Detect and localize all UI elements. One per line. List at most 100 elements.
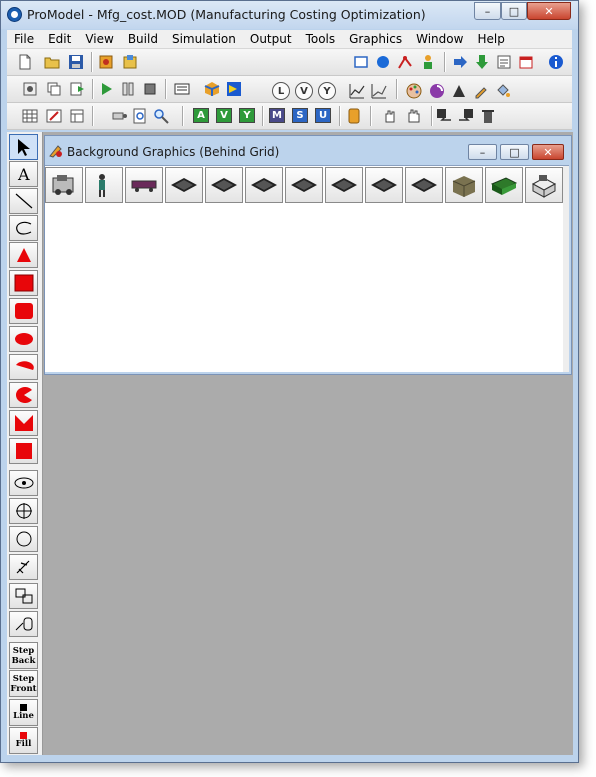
menu-file[interactable]: File — [7, 32, 41, 46]
menu-window[interactable]: Window — [409, 32, 470, 46]
paint-bucket-icon[interactable] — [494, 82, 512, 100]
trash-icon[interactable] — [479, 107, 497, 125]
triangle-icon[interactable] — [450, 82, 468, 100]
step-front-button[interactable]: Step Front — [9, 670, 38, 697]
menu-tools[interactable]: Tools — [299, 32, 343, 46]
path-network-icon[interactable] — [396, 53, 414, 71]
square-tool[interactable] — [9, 438, 38, 464]
hand-select-icon[interactable] — [405, 107, 423, 125]
model-package-icon[interactable] — [121, 53, 139, 71]
time-plot-icon[interactable] — [370, 82, 388, 100]
build-letter-y[interactable]: Y — [239, 108, 255, 123]
rotate-tool[interactable] — [9, 470, 38, 496]
maximize-button[interactable]: □ — [501, 2, 527, 20]
flip-tool[interactable] — [9, 498, 38, 524]
fill-color-button[interactable]: Fill — [9, 727, 38, 754]
zoom-view-icon[interactable] — [111, 107, 129, 125]
merge-model-icon[interactable] — [97, 53, 115, 71]
rounded-rectangle-tool[interactable] — [9, 298, 38, 324]
new-file-icon[interactable] — [16, 53, 34, 71]
bring-front-icon[interactable] — [457, 107, 475, 125]
library-robot-machine-icon[interactable] — [45, 167, 83, 203]
options-gear-icon[interactable] — [21, 80, 39, 98]
group-tool[interactable] — [9, 583, 38, 609]
reshape-tool[interactable] — [9, 554, 38, 580]
output-letter-s[interactable]: S — [292, 108, 308, 123]
promodel-app-icon[interactable] — [7, 7, 22, 22]
library-box-icon[interactable] — [445, 167, 483, 203]
output-letter-u[interactable]: U — [315, 108, 331, 123]
arrow-right-icon[interactable] — [451, 53, 469, 71]
resource-person-icon[interactable] — [419, 53, 437, 71]
child-maximize-button[interactable]: □ — [500, 144, 529, 160]
library-conveyor-cart-icon[interactable] — [125, 167, 163, 203]
arrow-down-icon[interactable] — [473, 53, 491, 71]
output-letter-m[interactable]: M — [269, 108, 285, 123]
menu-help[interactable]: Help — [470, 32, 511, 46]
library-pallet-5-icon[interactable] — [325, 167, 363, 203]
build-letter-v[interactable]: V — [216, 108, 232, 123]
run-model-icon[interactable] — [68, 80, 86, 98]
variable-circle-v[interactable]: V — [295, 82, 313, 100]
library-pallet-3-icon[interactable] — [245, 167, 283, 203]
library-scrollbar[interactable] — [563, 166, 569, 372]
close-button[interactable]: ✕ — [527, 2, 571, 20]
document-icon[interactable] — [345, 107, 363, 125]
ellipse-tool[interactable] — [9, 326, 38, 352]
color-palette-icon[interactable] — [405, 82, 423, 100]
child-close-button[interactable]: ✕ — [532, 144, 564, 160]
library-green-machine-icon[interactable] — [485, 167, 523, 203]
build-letter-a[interactable]: A — [193, 108, 209, 123]
library-pallet-7-icon[interactable] — [405, 167, 443, 203]
pie-tool[interactable] — [9, 382, 38, 408]
hand-grab-icon[interactable] — [381, 107, 399, 125]
triangle-tool[interactable] — [9, 242, 38, 268]
child-minimize-button[interactable]: – — [468, 144, 497, 160]
swirl-icon[interactable] — [428, 82, 446, 100]
sim-info-icon[interactable] — [173, 80, 191, 98]
menu-simulation[interactable]: Simulation — [165, 32, 243, 46]
menu-edit[interactable]: Edit — [41, 32, 78, 46]
scenarios-icon[interactable] — [45, 80, 63, 98]
layout-grid-icon[interactable] — [21, 107, 39, 125]
save-icon[interactable] — [67, 53, 85, 71]
chord-tool[interactable] — [9, 354, 38, 380]
play-icon[interactable] — [97, 80, 115, 98]
library-operator-icon[interactable] — [85, 167, 123, 203]
line-color-button[interactable]: Line — [9, 699, 38, 726]
info-icon[interactable] — [547, 53, 565, 71]
line-chart-icon[interactable] — [348, 82, 366, 100]
location-circle-l[interactable]: L — [272, 82, 290, 100]
menu-output[interactable]: Output — [243, 32, 299, 46]
circle-tool[interactable] — [9, 526, 38, 552]
line-tool[interactable] — [9, 188, 38, 214]
circle-shape-icon[interactable] — [374, 53, 392, 71]
menu-view[interactable]: View — [78, 32, 120, 46]
minimize-button[interactable]: – — [474, 2, 501, 20]
magnifier-icon[interactable] — [152, 107, 170, 125]
edit-pencil-icon[interactable] — [472, 82, 490, 100]
library-pallet-2-icon[interactable] — [205, 167, 243, 203]
step-back-button[interactable]: Step Back — [9, 642, 38, 669]
arc-tool[interactable] — [9, 215, 38, 241]
zoom-page-icon[interactable] — [131, 107, 149, 125]
menu-graphics[interactable]: Graphics — [342, 32, 409, 46]
text-tool[interactable]: A — [9, 161, 38, 187]
calendar-icon[interactable] — [517, 53, 535, 71]
library-pallet-4-icon[interactable] — [285, 167, 323, 203]
layout-icon[interactable] — [68, 107, 86, 125]
import-graphic-tool[interactable] — [9, 611, 38, 637]
array-circle-y[interactable]: Y — [318, 82, 336, 100]
polygon-tool[interactable] — [9, 410, 38, 436]
3d-animator-icon[interactable] — [203, 80, 221, 98]
open-folder-icon[interactable] — [43, 53, 61, 71]
library-pallet-6-icon[interactable] — [365, 167, 403, 203]
menu-build[interactable]: Build — [121, 32, 165, 46]
pause-icon[interactable] — [119, 80, 137, 98]
library-workstation-icon[interactable] — [525, 167, 563, 203]
filled-rectangle-tool[interactable] — [9, 270, 38, 296]
stat-fit-icon[interactable] — [225, 80, 243, 98]
rectangle-shape-icon[interactable] — [352, 53, 370, 71]
edit-table-icon[interactable] — [45, 107, 63, 125]
send-back-icon[interactable] — [435, 107, 453, 125]
